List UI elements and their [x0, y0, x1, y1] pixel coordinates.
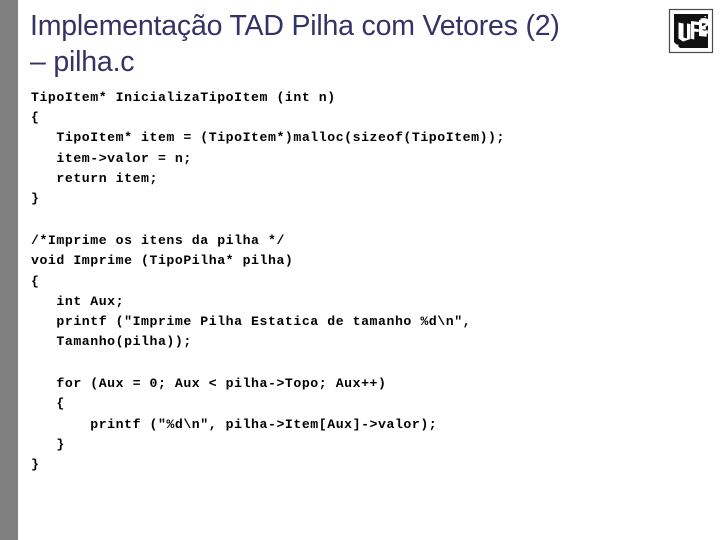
code-line: }	[31, 436, 65, 452]
code-line: printf ("%d\n", pilha->Item[Aux]->valor)…	[31, 416, 438, 432]
slide-title-block: Implementação TAD Pilha com Vetores (2) …	[30, 8, 640, 80]
code-group-separator	[31, 209, 691, 231]
code-listing: TipoItem* InicializaTipoItem (int n) { T…	[31, 88, 691, 475]
code-line: for (Aux = 0; Aux < pilha->Topo; Aux++)	[31, 376, 387, 392]
code-line: }	[31, 190, 40, 206]
slide-canvas: Implementação TAD Pilha com Vetores (2) …	[0, 0, 720, 540]
code-group-separator	[31, 352, 691, 374]
code-line: {	[31, 273, 40, 289]
code-group-inicializa-tipoitem: TipoItem* InicializaTipoItem (int n) { T…	[31, 88, 691, 209]
code-line: {	[31, 110, 40, 126]
page-title: Implementação TAD Pilha com Vetores (2) …	[30, 10, 560, 78]
left-decorative-band	[0, 0, 18, 540]
ufes-logo-icon	[668, 8, 714, 54]
code-line: printf ("Imprime Pilha Estatica de taman…	[31, 313, 472, 329]
code-line: int Aux;	[31, 293, 125, 309]
code-group-imprime-loop: for (Aux = 0; Aux < pilha->Topo; Aux++) …	[31, 374, 691, 475]
code-line: }	[31, 457, 40, 472]
code-group-imprime-header: /*Imprime os itens da pilha */ void Impr…	[31, 231, 691, 352]
code-line: TipoItem* InicializaTipoItem (int n)	[31, 90, 336, 105]
code-line: {	[31, 396, 65, 412]
code-line: TipoItem* item = (TipoItem*)malloc(sizeo…	[31, 130, 505, 146]
code-line: item->valor = n;	[31, 150, 192, 166]
code-line: /*Imprime os itens da pilha */	[31, 233, 285, 249]
code-line: void Imprime (TipoPilha* pilha)	[31, 253, 294, 269]
code-line: return item;	[31, 170, 158, 186]
code-line: Tamanho(pilha));	[31, 334, 192, 350]
